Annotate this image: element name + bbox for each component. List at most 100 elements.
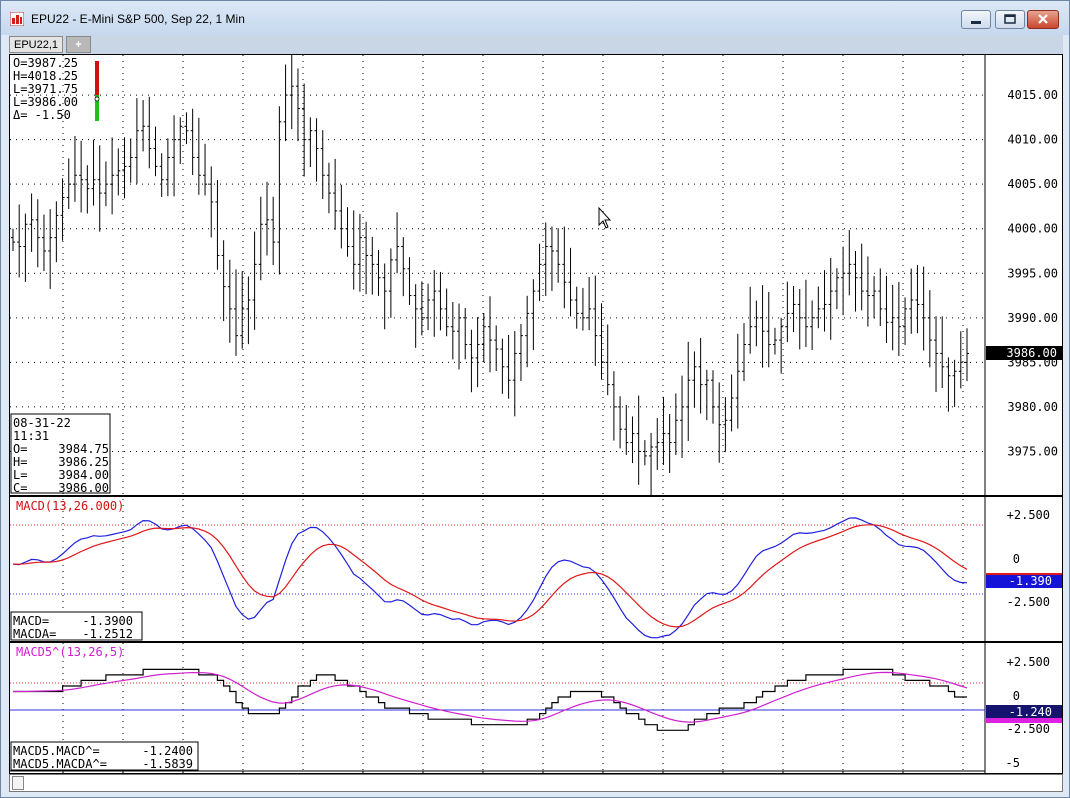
price-bar [426,283,431,331]
price-bar [624,404,629,455]
scrollbar-thumb[interactable] [12,776,24,790]
price-tick-label: 3990.00 [1007,311,1058,325]
price-bar [934,316,939,393]
price-bar [72,136,77,202]
ohlc-last: L=3986.00 [13,95,78,109]
price-bar [735,333,740,429]
price-bar [729,374,734,432]
price-bar [407,257,412,306]
price-bar [401,237,406,297]
price-bar [649,432,654,496]
price-bar [271,196,276,266]
price-bar [704,369,709,421]
chart-area[interactable]: 4015.00 4010.00 4005.00 4000.00 3995.00 3990.… [9,54,1063,774]
last-price-label: 3986.00 [1006,346,1057,360]
price-bars [11,55,969,496]
price-bar [878,268,883,327]
price-bar [543,222,548,296]
maximize-button[interactable] [995,10,1025,29]
price-bar [17,204,22,278]
price-bar [66,158,71,209]
price-bar [289,55,294,130]
macd-panel: MACD(13,26.000) MACD= -1.3900 MACDA= -1.… [10,499,1062,641]
macd5-tick-lower: -2.500 [1007,722,1050,736]
chart-scrollbar[interactable] [9,774,1063,792]
chart-canvas[interactable]: 4015.00 4010.00 4005.00 4000.00 3995.00 3990.… [10,55,1062,773]
price-bar [655,418,660,470]
price-bar [791,285,796,333]
add-tab-button[interactable]: + [66,36,91,53]
price-bar [667,414,672,473]
price-bar [847,230,852,296]
price-bar [388,248,393,318]
price-bar [41,214,46,272]
price-bar [494,325,499,372]
price-bar [339,184,344,249]
price-bar [159,153,164,197]
window-title: EPU22 - E-Mini S&P 500, Sep 22, 1 Min [31,12,245,26]
price-bar [227,259,232,343]
price-bar [184,112,189,145]
price-tick-label: 3975.00 [1007,444,1058,458]
price-bar [772,327,777,355]
price-bar [965,328,969,382]
price-bar [952,359,957,407]
price-bar [909,268,914,334]
ohlc-high: H=4018.25 [13,69,78,83]
price-bar [240,271,245,349]
price-bar [587,277,592,331]
price-bar [444,288,449,337]
macd-label: MACD= [13,614,49,628]
macd5-label: MACD5.MACD^= [13,744,100,758]
price-bar [23,213,28,282]
price-bar [741,323,746,382]
price-bar [413,284,418,348]
price-bar [748,286,753,354]
price-bar [178,117,183,164]
title-bar[interactable]: EPU22 - E-Mini S&P 500, Sep 22, 1 Min [1,1,1069,35]
price-bar [525,295,530,368]
minimize-button[interactable] [961,10,991,29]
price-bar [85,165,90,214]
price-bar [320,130,325,200]
price-bar [326,162,331,214]
price-bar [122,137,127,199]
price-bar [314,118,319,182]
price-bar [630,416,635,464]
price-axis: 4015.00 4010.00 4005.00 4000.00 3995.00 3990.… [1007,88,1058,458]
ohlc-low: L=3971.75 [13,82,78,96]
price-bar [593,275,598,366]
price-tick-label: 4005.00 [1007,177,1058,191]
price-bar [605,324,610,396]
price-bar [277,106,282,275]
price-bar [60,178,65,241]
price-bar [872,276,877,319]
cursor-low-value: 3984.00 [58,468,109,482]
price-bar [203,143,208,196]
macd-line [12,517,968,639]
price-bar [636,395,641,485]
macd-signal-line [12,524,968,628]
price-tick-label: 4010.00 [1007,133,1058,147]
price-bar [853,250,858,312]
price-bar [54,201,59,263]
price-bar [865,256,870,327]
price-bar [797,289,802,350]
price-bar [308,117,313,168]
cursor-readout: 08-31-22 11:31 O= 3984.75 H= 3986.25 L= … [10,413,111,495]
price-bar [779,317,784,374]
macd5a-value: -1.5839 [142,757,193,771]
macd5-tick-min: -5 [1006,756,1020,770]
macd-tick-lower: -2.500 [1007,595,1050,609]
price-bar [258,196,263,281]
cursor-high-label: H= [13,455,27,469]
price-bar [457,303,462,370]
price-bar [816,286,821,329]
price-bar [234,269,239,356]
price-bar [481,313,486,363]
tab-epu22[interactable]: EPU22,1 [9,36,63,53]
price-bar [834,268,839,310]
close-button[interactable] [1027,10,1059,29]
price-bar [673,393,678,455]
price-bar [221,240,226,322]
